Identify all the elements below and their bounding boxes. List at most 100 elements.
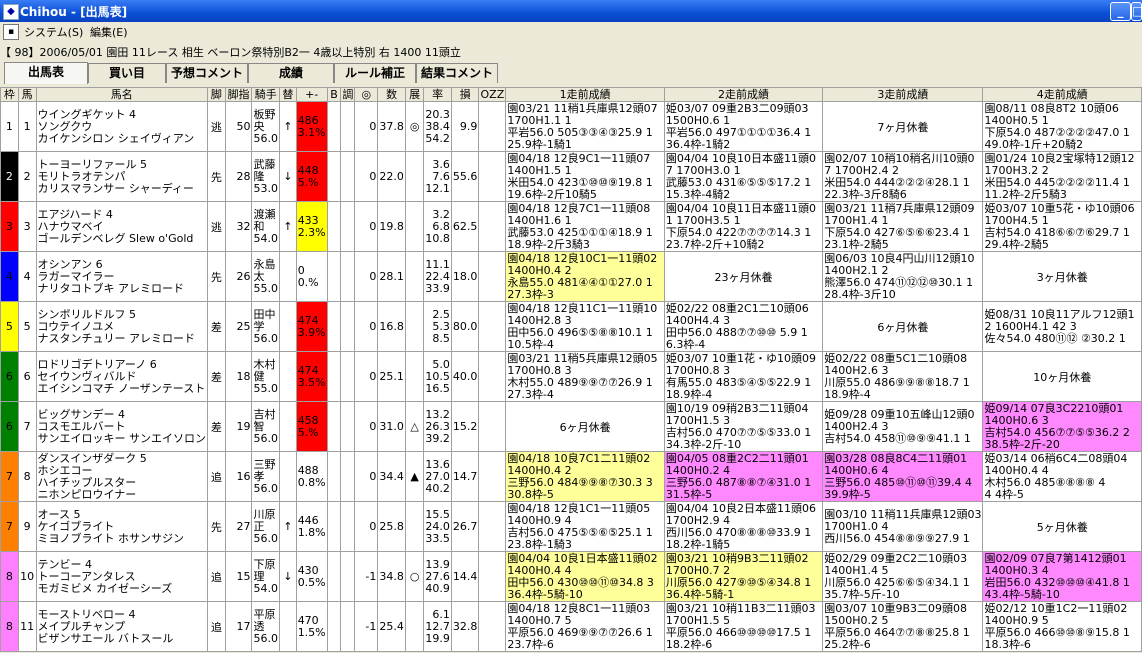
horse-name-cell[interactable]: モーストリベロー 4 メイプルチャンプ ビザンサエール バトスール [35, 601, 209, 652]
blinker-cell[interactable] [326, 151, 342, 202]
ozz-cell[interactable] [478, 351, 507, 402]
tab-kaime[interactable]: 買い目 [88, 63, 166, 83]
odds-cell[interactable]: 13.9 27.6 40.9 [423, 551, 452, 602]
past-race-cell[interactable]: 園04/18 12良7C1一11頭08 1400H1.6 1 武藤53.0 425①… [505, 201, 665, 252]
loss-cell[interactable]: 80.0 [450, 301, 480, 352]
past-race-cell[interactable]: 姫03/07 10重1花・ゆ10頭09 1700H0.8 3 有馬55.0 483⑤… [663, 351, 824, 402]
jockey-cell[interactable]: 木村健 55.0 [251, 351, 280, 402]
header-cell[interactable]: 3走前成績 [822, 87, 984, 102]
past-race-cell[interactable]: 園03/07 10重9B3二09頭08 1500H0.2 5 平原56.0 464⑦… [822, 601, 984, 652]
running-style-cell[interactable]: 先 [207, 251, 226, 302]
menu-system[interactable]: システム(S) [24, 24, 83, 40]
past-race-cell[interactable]: 姫09/28 09重10五峰山12頭0 1400H2.4 3 吉村54.0 458⑪… [822, 401, 984, 452]
jockey-cell[interactable]: 下原理 54.0 [251, 551, 280, 602]
ozz-cell[interactable] [478, 201, 507, 252]
jockey-change-cell[interactable]: ↑ [278, 201, 297, 252]
index-cell[interactable]: 28.1 [377, 251, 406, 302]
past-race-cell[interactable]: 園03/21 11稍7兵庫県12頭09 1700H1.4 1 下原54.0 427⑥… [822, 201, 984, 252]
style-index-cell[interactable]: 17 [224, 601, 253, 652]
header-cell[interactable]: 枠 [0, 87, 19, 102]
waku-cell[interactable]: 1 [0, 101, 19, 152]
pace-mark-cell[interactable]: ▲ [404, 451, 425, 502]
past-race-cell[interactable]: 姫03/07 09重2B3二09頭03 1500H0.6 1 平岩56.0 497①… [663, 101, 824, 152]
weight-diff-cell[interactable]: 474 3.9% [295, 301, 328, 352]
running-style-cell[interactable]: 追 [207, 451, 226, 502]
tab-yosou-comment[interactable]: 予想コメント [166, 63, 248, 83]
header-cell[interactable]: 替 [278, 87, 297, 102]
odds-cell[interactable]: 5.0 10.5 16.5 [423, 351, 452, 402]
condition-cell[interactable] [340, 451, 356, 502]
past-race-cell[interactable]: 園04/05 08重2C2二11頭01 1400H0.2 4 三野56.0 487⑧… [663, 451, 824, 502]
jockey-change-cell[interactable] [278, 451, 297, 502]
table-row[interactable]: 6 7 ビッグサンデー 4 コスモエルバート サンエイロッキー サンエイソロン差 19 吉村… [0, 401, 1142, 452]
horse-name-cell[interactable]: ビッグサンデー 4 コスモエルバート サンエイロッキー サンエイソロン [35, 401, 209, 452]
table-row[interactable]: 6 6 ロドリゴデトリアーノ 6 セイウンヴィバルド エイシンコマチ ノーザンテースト差… [0, 351, 1142, 402]
loss-cell[interactable]: 32.8 [450, 601, 480, 652]
mark-cell[interactable]: 0 [354, 501, 379, 552]
condition-cell[interactable] [340, 501, 356, 552]
index-cell[interactable]: 25.1 [377, 351, 406, 402]
header-cell[interactable]: +- [295, 87, 328, 102]
past-race-cell[interactable]: 園04/18 10良7C1二11頭02 1400H0.4 2 三野56.0 484⑨… [505, 451, 665, 502]
past-race-cell[interactable]: 5ヶ月休養 [982, 501, 1142, 552]
running-style-cell[interactable]: 先 [207, 151, 226, 202]
weight-diff-cell[interactable]: 0 0.% [295, 251, 328, 302]
mark-cell[interactable]: 0 [354, 151, 379, 202]
condition-cell[interactable] [340, 151, 356, 202]
weight-diff-cell[interactable]: 486 3.1% [295, 101, 328, 152]
jockey-change-cell[interactable]: ↓ [278, 151, 297, 202]
header-cell[interactable]: 脚指 [224, 87, 253, 102]
jockey-change-cell[interactable] [278, 301, 297, 352]
horse-number-cell[interactable]: 11 [17, 601, 37, 652]
table-row[interactable]: 2 2 トーヨーリファール 5 モリトラオテンパ カリスマランサー シャーディー先 28 武… [0, 151, 1142, 202]
past-race-cell[interactable]: 姫02/22 08重2C1二10頭06 1400H4.4 3 田中56.0 488⑦… [663, 301, 824, 352]
jockey-change-cell[interactable]: ↑ [278, 101, 297, 152]
header-cell[interactable]: 数 [377, 87, 406, 102]
pace-mark-cell[interactable] [404, 601, 425, 652]
condition-cell[interactable] [340, 301, 356, 352]
minimize-button[interactable]: _ [1110, 2, 1131, 21]
mark-cell[interactable]: 0 [354, 201, 379, 252]
style-index-cell[interactable]: 32 [224, 201, 253, 252]
past-race-cell[interactable]: 園04/18 12良10C1一11頭02 1400H0.4 2 永島55.0 481… [505, 251, 665, 302]
mark-cell[interactable]: -1 [354, 551, 379, 602]
waku-cell[interactable]: 8 [0, 551, 19, 602]
header-cell[interactable]: 1走前成績 [505, 87, 665, 102]
running-style-cell[interactable]: 追 [207, 551, 226, 602]
past-race-cell[interactable]: 園03/28 08良8C4二11頭01 1400H0.6 4 三野56.0 485⑩… [822, 451, 984, 502]
blinker-cell[interactable] [326, 401, 342, 452]
pace-mark-cell[interactable]: ◎ [404, 101, 425, 152]
past-race-cell[interactable]: 姫03/07 10重5花・ゆ10頭06 1700H4.5 1 吉村54.0 418⑥… [982, 201, 1142, 252]
past-race-cell[interactable]: 園06/03 10良4円山川12頭10 1400H2.1 2 熊澤56.0 474⑪… [822, 251, 984, 302]
loss-cell[interactable]: 9.9 [450, 101, 480, 152]
style-index-cell[interactable]: 15 [224, 551, 253, 602]
blinker-cell[interactable] [326, 201, 342, 252]
ozz-cell[interactable] [478, 451, 507, 502]
ozz-cell[interactable] [478, 301, 507, 352]
document-icon[interactable]: ▪ [3, 24, 19, 40]
past-race-cell[interactable]: 10ヶ月休養 [982, 351, 1142, 402]
jockey-cell[interactable]: 川原正 56.0 [251, 501, 280, 552]
tab-kekka-comment[interactable]: 結果コメント [416, 63, 498, 83]
ozz-cell[interactable] [478, 401, 507, 452]
horse-name-cell[interactable]: テンビー 4 トーコーアンタレス モガミビメ カイゼーシーズ [35, 551, 209, 602]
jockey-cell[interactable]: 永島太 55.0 [251, 251, 280, 302]
jockey-cell[interactable]: 板野央 56.0 [251, 101, 280, 152]
odds-cell[interactable]: 3.6 7.6 12.1 [423, 151, 452, 202]
running-style-cell[interactable]: 逃 [207, 101, 226, 152]
blinker-cell[interactable] [326, 501, 342, 552]
past-race-cell[interactable]: 姫02/22 08重5C1二10頭08 1400H2.6 3 川原55.0 486⑨… [822, 351, 984, 402]
style-index-cell[interactable]: 16 [224, 451, 253, 502]
header-cell[interactable]: 率 [423, 87, 452, 102]
odds-cell[interactable]: 13.6 27.0 40.2 [423, 451, 452, 502]
blinker-cell[interactable] [326, 451, 342, 502]
condition-cell[interactable] [340, 601, 356, 652]
style-index-cell[interactable]: 28 [224, 151, 253, 202]
waku-cell[interactable]: 7 [0, 451, 19, 502]
pace-mark-cell[interactable] [404, 151, 425, 202]
horse-name-cell[interactable]: シンボリルドルフ 5 コウテイノユメ ナスタンチュリー アレミロード [35, 301, 209, 352]
mark-cell[interactable]: 0 [354, 251, 379, 302]
ozz-cell[interactable] [478, 551, 507, 602]
past-race-cell[interactable]: 姫02/29 09重2C2二10頭03 1400H1.4 5 川原56.0 425⑥… [822, 551, 984, 602]
index-cell[interactable]: 37.8 [377, 101, 406, 152]
